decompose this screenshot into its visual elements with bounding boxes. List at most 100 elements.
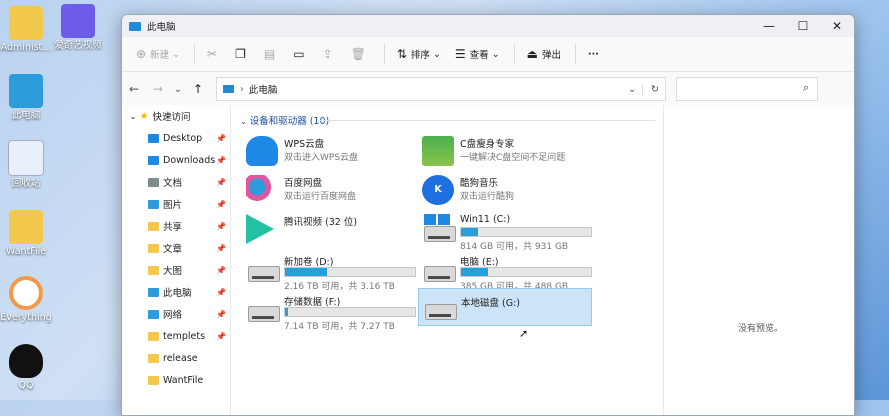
- sort-button[interactable]: ⇅ 排序 ⌄: [397, 47, 441, 61]
- paste-button[interactable]: ▤: [264, 47, 279, 61]
- trash-icon: 🗑: [350, 47, 366, 61]
- kugou-icon: K: [422, 175, 454, 205]
- sidebar-item[interactable]: Desktop 📌: [122, 127, 230, 149]
- sidebar-item-label: templets: [163, 330, 206, 342]
- desktop-icon-qq[interactable]: QQ: [0, 344, 56, 391]
- tile-c-drive-cleaner[interactable]: C盘瘦身专家 一键解决C盘空间不足问题: [418, 133, 590, 170]
- folder-icon: [9, 6, 43, 40]
- desktop-icon-recycle-bin[interactable]: 回收站: [0, 140, 56, 189]
- star-icon: ★: [140, 110, 149, 122]
- rename-button[interactable]: ▭: [293, 47, 308, 61]
- back-button[interactable]: ←: [122, 82, 146, 96]
- drive-usage-fill: [461, 228, 478, 236]
- sidebar-item[interactable]: 图片 📌: [122, 193, 230, 215]
- folder-icon: [148, 243, 159, 253]
- more-button[interactable]: ···: [588, 49, 599, 60]
- breadcrumb-this-pc[interactable]: 此电脑: [249, 82, 278, 96]
- more-icon: ···: [588, 48, 599, 60]
- scissors-icon: ✂: [207, 47, 218, 61]
- desktop-icon-this-pc[interactable]: 此电脑: [0, 74, 56, 121]
- sidebar-item[interactable]: WantFile: [122, 369, 230, 391]
- sidebar-item[interactable]: 共享 📌: [122, 215, 230, 237]
- share-button[interactable]: ⇪: [323, 47, 337, 61]
- sidebar-item-label: 文章: [163, 244, 183, 255]
- divider: [513, 44, 515, 64]
- refresh-button[interactable]: ↻: [642, 83, 659, 95]
- pin-icon: 📌: [216, 309, 226, 319]
- desktop-icon-label: QQ: [18, 380, 34, 391]
- tile-drive-c[interactable]: Win11 (C:) 814 GB 可用，共 931 GB: [418, 211, 592, 252]
- folder-icon: [148, 133, 159, 143]
- content-pane: ⌄ 设备和驱动器 (10) WPS云盘 双击进入WPS云盘 C盘瘦身专家 一键解决…: [232, 105, 662, 415]
- sidebar-item[interactable]: 此电脑 📌: [122, 281, 230, 303]
- view-button[interactable]: ☰ 查看 ⌄: [455, 47, 500, 61]
- address-bar[interactable]: › 此电脑 ⌄ ↻: [216, 77, 666, 101]
- tile-kugou-music[interactable]: K 酷狗音乐 双击运行酷狗: [418, 172, 590, 209]
- forward-button[interactable]: →: [146, 82, 170, 96]
- folder-icon: [148, 309, 159, 319]
- drive-icon: [246, 254, 280, 284]
- drive-icon: [246, 294, 280, 324]
- mouse-cursor-icon: ➚: [519, 327, 529, 340]
- eject-button[interactable]: ⏏ 弹出: [527, 47, 561, 61]
- sidebar-item[interactable]: Downloads 📌: [122, 149, 230, 171]
- recent-locations-button[interactable]: ⌄: [170, 84, 186, 95]
- sidebar-item[interactable]: 大图 📌: [122, 259, 230, 281]
- monitor-icon: [9, 74, 43, 108]
- tile-drive-f[interactable]: 存储数据 (F:) 7.14 TB 可用，共 7.27 TB: [242, 291, 416, 332]
- sidebar-item-quick-access[interactable]: ⌄ ★ 快速访问: [122, 105, 230, 127]
- tile-drive-d[interactable]: 新加卷 (D:) 2.16 TB 可用，共 3.16 TB: [242, 251, 416, 292]
- search-box[interactable]: ⌕: [676, 77, 818, 101]
- search-input[interactable]: [681, 80, 795, 100]
- new-button[interactable]: ⊕ 新建 ⌄: [136, 47, 180, 61]
- tile-tencent-video[interactable]: 腾讯视频 (32 位): [242, 211, 414, 248]
- pin-icon: 📌: [216, 221, 226, 231]
- tile-baidu-netdisk[interactable]: 百度网盘 双击运行百度网盘: [242, 172, 414, 209]
- maximize-button[interactable]: ☐: [786, 19, 820, 33]
- tile-name: 存储数据 (F:): [284, 297, 341, 308]
- sidebar-item[interactable]: templets 📌: [122, 325, 230, 347]
- sidebar-item[interactable]: release: [122, 347, 230, 369]
- tile-drive-e[interactable]: 电脑 (E:) 385 GB 可用，共 488 GB: [418, 251, 592, 292]
- address-dropdown-button[interactable]: ⌄: [628, 84, 636, 95]
- sidebar-item-label: 共享: [163, 222, 183, 233]
- search-app-icon: [9, 276, 43, 310]
- desktop-icon-label: 爱奇艺视频: [54, 40, 102, 51]
- minimize-button[interactable]: —: [752, 19, 786, 33]
- up-button[interactable]: ↑: [186, 82, 210, 96]
- sidebar-item[interactable]: 文档 📌: [122, 171, 230, 193]
- desktop-icon-label: WantFile: [5, 246, 47, 257]
- desktop-icon-iqiyi[interactable]: 爱奇艺视频: [48, 4, 108, 51]
- copy-button[interactable]: ❐: [235, 47, 250, 61]
- sidebar-item-label: 图片: [163, 200, 183, 211]
- cut-button[interactable]: ✂: [207, 47, 221, 61]
- tile-wps-cloud[interactable]: WPS云盘 双击进入WPS云盘: [242, 133, 414, 170]
- sidebar-item[interactable]: 文章 📌: [122, 237, 230, 259]
- desktop-icon-wantfile[interactable]: WantFile: [0, 210, 56, 257]
- drive-usage-fill: [285, 268, 327, 276]
- sidebar-item[interactable]: 网络 📌: [122, 303, 230, 325]
- cleaner-app-icon: [422, 136, 454, 166]
- folder-icon: [148, 155, 159, 165]
- this-pc-icon: [223, 85, 234, 93]
- close-button[interactable]: ✕: [820, 19, 854, 33]
- tile-subtitle: 双击运行酷狗: [460, 192, 515, 202]
- group-header-devices[interactable]: ⌄ 设备和驱动器 (10): [240, 113, 329, 127]
- pin-icon: 📌: [216, 155, 226, 165]
- desktop-icon-everything[interactable]: Everything: [0, 276, 56, 323]
- chevron-down-icon: ⌄: [240, 117, 247, 126]
- pin-icon: 📌: [216, 331, 226, 341]
- delete-button[interactable]: 🗑: [351, 47, 370, 61]
- new-label: 新建: [150, 50, 170, 61]
- share-icon: ⇪: [322, 47, 333, 61]
- title-bar[interactable]: 此电脑 — ☐ ✕: [122, 15, 854, 37]
- sidebar-item-label: 网络: [163, 310, 183, 321]
- tile-name: WPS云盘: [284, 139, 325, 150]
- tile-drive-g[interactable]: 本地磁盘 (G:): [418, 288, 592, 326]
- command-bar: ⊕ 新建 ⌄ ✂ ❐ ▤ ▭ ⇪ 🗑 ⇅ 排序 ⌄ ☰ 查看 ⌄ ⏏ 弹出 ··…: [122, 37, 854, 72]
- drive-icon: [423, 292, 457, 322]
- tile-name: 电脑 (E:): [460, 257, 499, 268]
- divider: [575, 44, 577, 64]
- tile-name: 腾讯视频 (32 位): [284, 217, 358, 228]
- chevron-down-icon: ⌄: [172, 48, 181, 60]
